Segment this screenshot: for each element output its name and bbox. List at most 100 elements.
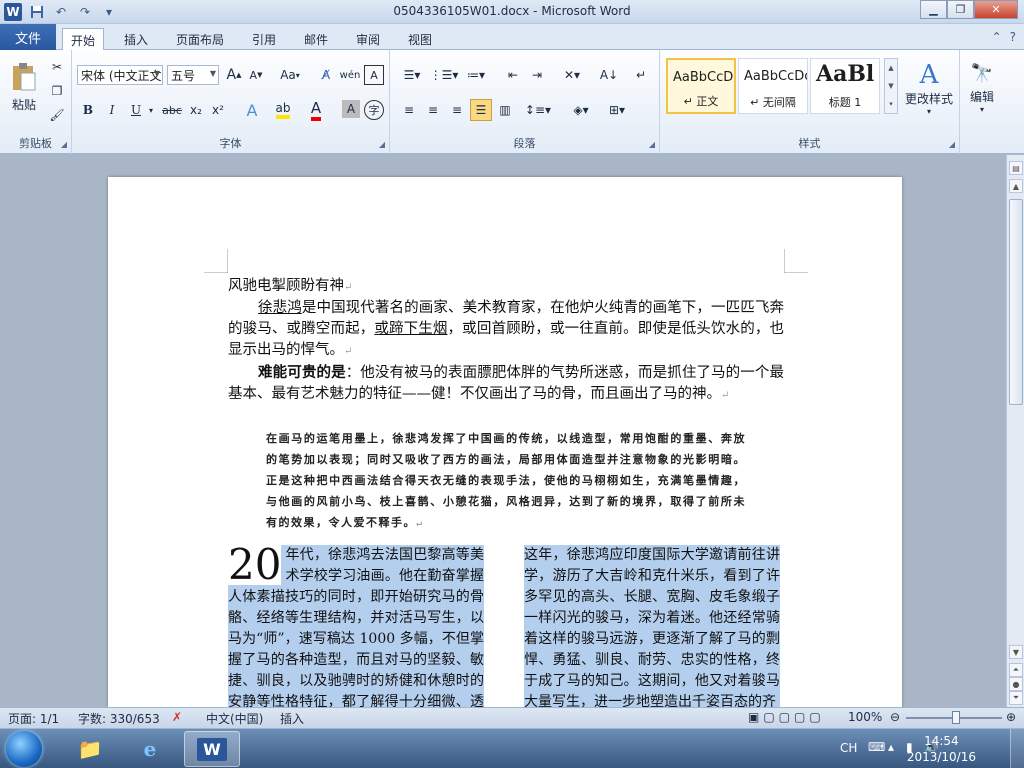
next-page-icon[interactable]: ⏷ bbox=[1009, 691, 1023, 705]
insert-mode[interactable]: 插入 bbox=[280, 710, 304, 727]
underline-button[interactable]: U bbox=[126, 100, 146, 120]
font-color-icon[interactable]: A bbox=[304, 99, 328, 121]
enclose-characters-icon[interactable]: 字 bbox=[364, 100, 384, 120]
align-right-icon[interactable]: ≡ bbox=[446, 100, 468, 120]
gallery-more-icon[interactable]: ▾ bbox=[889, 100, 893, 108]
ime-indicator[interactable]: CH bbox=[840, 741, 857, 755]
keyboard-icon[interactable]: ⌨ bbox=[868, 740, 885, 754]
change-styles-button[interactable]: A 更改样式 ▾ bbox=[902, 56, 956, 120]
show-marks-icon[interactable]: ↵ bbox=[630, 65, 652, 85]
ruler-toggle-icon[interactable]: ▤ bbox=[1009, 161, 1023, 175]
previous-page-icon[interactable]: ⏶ bbox=[1009, 663, 1023, 677]
font-group-label: 字体 bbox=[219, 137, 242, 150]
format-painter-icon[interactable]: 🖌 bbox=[48, 106, 66, 124]
line-spacing-icon[interactable]: ↕≡▾ bbox=[524, 100, 552, 120]
font-name-combo[interactable]: 宋体 (中文正文 ▼ bbox=[77, 65, 163, 85]
browse-object-icon[interactable]: ● bbox=[1009, 677, 1023, 691]
word-taskbar-icon[interactable]: W bbox=[184, 731, 240, 767]
superscript-button[interactable]: x² bbox=[208, 100, 228, 120]
subscript-button[interactable]: x₂ bbox=[186, 100, 206, 120]
tab-home[interactable]: 开始 bbox=[62, 28, 105, 51]
tab-mailings[interactable]: 邮件 bbox=[296, 28, 336, 50]
text-effects-icon[interactable]: A bbox=[240, 100, 264, 120]
word-count[interactable]: 字数: 330/653 bbox=[78, 710, 160, 727]
document-page[interactable]: 风驰电掣顾盼有神↵ 徐悲鸿是中国现代著名的画家、美术教育家，在他炉火纯青的画笔下… bbox=[108, 177, 902, 707]
scroll-thumb[interactable] bbox=[1009, 199, 1023, 405]
underline-dropdown-icon[interactable]: ▾ bbox=[146, 100, 156, 120]
strikethrough-button[interactable]: abc bbox=[160, 100, 184, 120]
clock[interactable]: 14:54 2013/10/16 bbox=[907, 733, 976, 765]
highlight-icon[interactable]: ab bbox=[270, 100, 296, 120]
multilevel-list-icon[interactable]: ≔▾ bbox=[462, 65, 490, 85]
zoom-slider-knob[interactable] bbox=[952, 711, 960, 724]
bold-button[interactable]: B bbox=[78, 100, 98, 120]
tab-review[interactable]: 审阅 bbox=[348, 28, 388, 50]
character-shading-icon[interactable]: A bbox=[342, 100, 360, 118]
grow-font-button[interactable]: A ▲ bbox=[224, 65, 244, 85]
page-count[interactable]: 页面: 1/1 bbox=[8, 710, 59, 727]
cut-icon[interactable]: ✂ bbox=[48, 58, 66, 76]
document-body[interactable]: 风驰电掣顾盼有神↵ 徐悲鸿是中国现代著名的画家、美术教育家，在他炉火纯青的画笔下… bbox=[228, 276, 784, 406]
language[interactable]: 中文(中国) bbox=[206, 710, 263, 727]
numbering-icon[interactable]: ⋮☰▾ bbox=[430, 65, 459, 85]
sort-icon[interactable]: A↓ bbox=[598, 65, 620, 85]
close-button[interactable]: ✕ bbox=[974, 0, 1018, 19]
paragraph-launcher-icon[interactable]: ◢ bbox=[649, 140, 655, 149]
tab-view[interactable]: 视图 bbox=[400, 28, 440, 50]
tab-page-layout[interactable]: 页面布局 bbox=[168, 28, 232, 50]
align-left-icon[interactable]: ≡ bbox=[398, 100, 420, 120]
help-icon[interactable]: ? bbox=[1010, 30, 1016, 44]
show-desktop-button[interactable] bbox=[1010, 729, 1024, 768]
shrink-font-button[interactable]: A ▼ bbox=[246, 65, 266, 85]
align-center-icon[interactable]: ≡ bbox=[422, 100, 444, 120]
minimize-button[interactable]: ▁ bbox=[920, 0, 947, 19]
phonetic-guide-icon[interactable]: wén bbox=[340, 65, 361, 85]
font-launcher-icon[interactable]: ◢ bbox=[379, 140, 385, 149]
dropdown-arrow-icon: ▼ bbox=[209, 69, 216, 78]
bullets-icon[interactable]: ☰▾ bbox=[398, 65, 426, 85]
clear-formatting-icon[interactable]: A̸ bbox=[316, 65, 336, 85]
tray-expand-icon[interactable]: ▴ bbox=[888, 740, 894, 754]
scroll-down-icon[interactable]: ▼ bbox=[1009, 645, 1023, 659]
explorer-taskbar-icon[interactable]: 📁 bbox=[62, 731, 118, 767]
ribbon-tabs: 文件 开始 插入 页面布局 引用 邮件 审阅 视图 ⌃ ? bbox=[0, 24, 1024, 51]
start-button[interactable] bbox=[6, 731, 42, 767]
view-buttons[interactable]: ▣▢▢▢▢ bbox=[748, 710, 825, 724]
clipboard-launcher-icon[interactable]: ◢ bbox=[61, 140, 67, 149]
increase-indent-icon[interactable]: ⇥ bbox=[526, 65, 548, 85]
ie-taskbar-icon[interactable]: e bbox=[122, 731, 178, 767]
style-normal[interactable]: AaBbCcDc ↵ 正文 bbox=[666, 58, 736, 114]
document-workspace[interactable]: 风驰电掣顾盼有神↵ 徐悲鸿是中国现代著名的画家、美术教育家，在他炉火纯青的画笔下… bbox=[0, 155, 1006, 707]
styles-launcher-icon[interactable]: ◢ bbox=[949, 140, 955, 149]
font-size-combo[interactable]: 五号 ▼ bbox=[167, 65, 219, 85]
scroll-up-icon[interactable]: ▲ bbox=[888, 64, 893, 72]
tab-references[interactable]: 引用 bbox=[244, 28, 284, 50]
chinese-layout-icon[interactable]: ✕▾ bbox=[558, 65, 586, 85]
maximize-button[interactable]: ❐ bbox=[947, 0, 974, 19]
editing-button[interactable]: 🔭 编辑 ▾ bbox=[964, 58, 1000, 118]
justify-icon[interactable]: ☰ bbox=[470, 99, 492, 121]
change-case-button[interactable]: Aa ▾ bbox=[276, 65, 304, 85]
distributed-icon[interactable]: ▥ bbox=[494, 100, 516, 120]
scroll-down-icon[interactable]: ▼ bbox=[888, 82, 893, 90]
shading-icon[interactable]: ◈▾ bbox=[566, 100, 596, 120]
paste-label: 粘贴 bbox=[11, 97, 36, 112]
style-no-spacing[interactable]: AaBbCcDc ↵ 无间隔 bbox=[738, 58, 808, 114]
character-border-icon[interactable]: A bbox=[364, 65, 384, 85]
collapse-ribbon-icon[interactable]: ⌃ bbox=[992, 30, 1002, 44]
italic-button[interactable]: I bbox=[102, 100, 122, 120]
zoom-in-icon[interactable]: ⊕ bbox=[1006, 710, 1016, 724]
zoom-level[interactable]: 100% bbox=[848, 710, 882, 724]
decrease-indent-icon[interactable]: ⇤ bbox=[502, 65, 524, 85]
tab-insert[interactable]: 插入 bbox=[116, 28, 156, 50]
paste-button[interactable]: 粘贴 bbox=[6, 56, 42, 118]
proofing-icon[interactable]: ✗ bbox=[172, 710, 182, 724]
tab-file[interactable]: 文件 bbox=[0, 24, 56, 50]
zoom-out-icon[interactable]: ⊖ bbox=[890, 710, 900, 724]
styles-gallery-scroll[interactable]: ▲ ▼ ▾ bbox=[884, 58, 898, 114]
copy-icon[interactable]: ❐ bbox=[48, 82, 66, 100]
vertical-scrollbar[interactable]: ▤ ▲ ▼ ⏶ ● ⏷ bbox=[1006, 155, 1024, 707]
borders-icon[interactable]: ⊞▾ bbox=[602, 100, 632, 120]
style-heading-1[interactable]: AaBl 标题 1 bbox=[810, 58, 880, 114]
scroll-up-icon[interactable]: ▲ bbox=[1009, 179, 1023, 193]
